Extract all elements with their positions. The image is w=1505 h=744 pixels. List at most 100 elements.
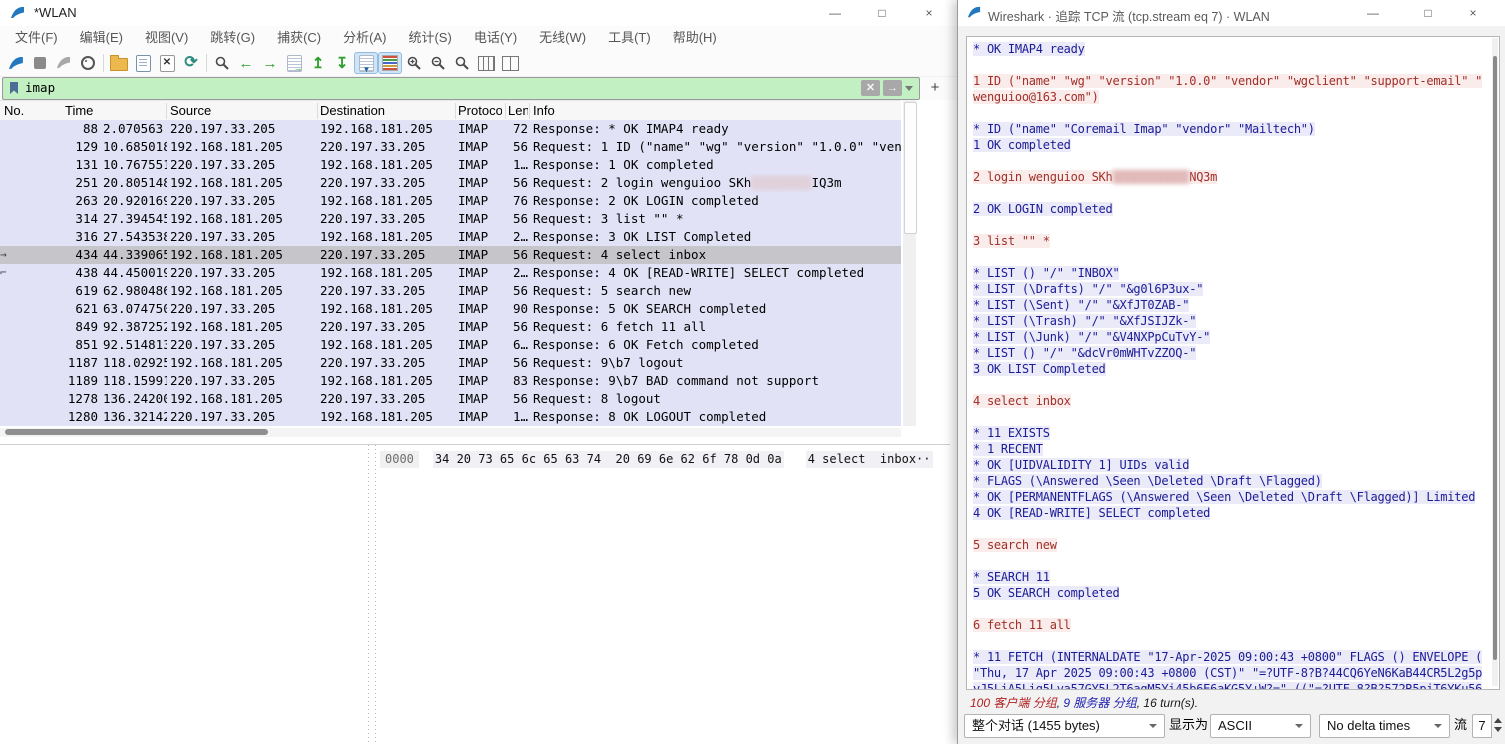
column-header-no[interactable]: No. <box>4 101 56 121</box>
auto-scroll-icon[interactable]: ▼ <box>354 52 378 74</box>
packet-row[interactable]: ⌐ 438 44.450019 220.197.33.205 192.168.1… <box>0 264 901 282</box>
stream-scrollbar-thumb[interactable] <box>1493 56 1497 660</box>
detail-row[interactable]: vInternet Message Access Protocol <box>0 535 366 553</box>
menu-item[interactable]: 统计(S) <box>397 26 462 50</box>
packet-row[interactable]: 131 10.767551 220.197.33.205 192.168.181… <box>0 156 901 174</box>
spinner-down-icon[interactable] <box>1494 727 1502 732</box>
column-header-time[interactable]: Time <box>65 101 160 121</box>
dialog-close-button[interactable]: × <box>1458 0 1488 26</box>
packet-row[interactable]: 1189 118.159916 220.197.33.205 192.168.1… <box>0 372 901 390</box>
column-header-length[interactable]: Length <box>508 101 528 121</box>
filter-apply-button[interactable]: → <box>883 80 902 96</box>
menu-item[interactable]: 捕获(C) <box>266 26 332 50</box>
packet-row[interactable]: 263 20.920169 220.197.33.205 192.168.181… <box>0 192 901 210</box>
resize-columns-icon[interactable] <box>474 52 498 74</box>
menu-item[interactable]: 分析(A) <box>332 26 397 50</box>
packet-no: 851 <box>0 336 98 354</box>
packet-row[interactable]: 1278 136.242002 192.168.181.205 220.197.… <box>0 390 901 408</box>
column-header-destination[interactable]: Destination <box>320 101 448 121</box>
packet-time: 10.685018 <box>103 138 167 156</box>
hscrollbar-thumb[interactable] <box>5 429 268 435</box>
menu-item[interactable]: 电话(Y) <box>463 26 528 50</box>
find-packet-icon[interactable] <box>210 52 234 74</box>
start-capture-icon[interactable] <box>4 52 28 74</box>
packet-row[interactable]: 1187 118.029257 192.168.181.205 220.197.… <box>0 354 901 372</box>
spinner-up-icon[interactable] <box>1494 718 1502 723</box>
reload-file-icon[interactable]: ⟳ <box>179 52 203 74</box>
packet-length: 56 <box>495 282 528 300</box>
menu-item[interactable]: 视图(V) <box>134 26 199 50</box>
column-separator[interactable] <box>166 103 167 119</box>
display-filter-field[interactable]: ✕ → <box>2 77 920 100</box>
detail-row[interactable]: >Line: 4 select inbox\r\n <box>0 553 366 571</box>
dialog-minimize-button[interactable]: — <box>1358 0 1388 26</box>
detail-row[interactable]: >Internet Protocol Version 4, Src: 192.1… <box>0 481 366 499</box>
filter-clear-button[interactable]: ✕ <box>861 80 880 96</box>
packet-row[interactable]: 251 20.805148 192.168.181.205 220.197.33… <box>0 174 901 192</box>
zoom-out-icon[interactable] <box>426 52 450 74</box>
go-last-packet-icon[interactable]: ↧ <box>330 52 354 74</box>
close-button[interactable]: × <box>914 0 944 26</box>
column-separator[interactable] <box>505 103 506 119</box>
stream-number-spinner[interactable]: 7 <box>1472 714 1492 738</box>
maximize-button[interactable]: □ <box>867 0 897 26</box>
filter-add-button[interactable]: + <box>924 78 946 98</box>
conversation-range-select[interactable]: 整个对话 (1455 bytes) <box>964 714 1165 738</box>
close-capture-icon[interactable]: ✕ <box>155 52 179 74</box>
show-as-select[interactable]: ASCII <box>1210 714 1311 738</box>
column-separator[interactable] <box>317 103 318 119</box>
vscrollbar-thumb[interactable] <box>904 102 917 234</box>
go-forward-icon[interactable]: → <box>258 52 282 74</box>
zoom-in-icon[interactable] <box>402 52 426 74</box>
menu-item[interactable]: 工具(T) <box>597 26 662 50</box>
stop-capture-icon[interactable] <box>28 52 52 74</box>
packet-row[interactable]: 621 63.074750 220.197.33.205 192.168.181… <box>0 300 901 318</box>
save-file-icon[interactable] <box>131 52 155 74</box>
detail-row[interactable]: >Frame 434: 56 bytes on wire (448 bits),… <box>0 445 366 463</box>
menu-item[interactable]: 无线(W) <box>528 26 597 50</box>
colorize-packets-icon[interactable] <box>378 52 402 74</box>
delta-times-select[interactable]: No delta times <box>1319 714 1450 738</box>
column-separator[interactable] <box>455 103 456 119</box>
hex-line[interactable]: 0000 34 20 73 65 6c 65 63 74 20 69 6e 62… <box>378 451 950 468</box>
packet-list-hscrollbar[interactable] <box>0 428 901 437</box>
menu-item[interactable]: 跳转(G) <box>199 26 266 50</box>
stream-scrollbar[interactable] <box>1492 38 1498 686</box>
detail-row[interactable]: >Ethernet II, Src: Intel_a3:1d:7b (a0:e7… <box>0 463 366 481</box>
filter-bookmark-icon[interactable] <box>7 81 21 95</box>
filter-dropdown-caret[interactable] <box>905 86 913 91</box>
go-to-packet-icon[interactable]: → <box>282 52 306 74</box>
go-back-icon[interactable]: ← <box>234 52 258 74</box>
stream-spinner-buttons[interactable] <box>1492 714 1503 738</box>
packet-row[interactable]: 88 2.070563 220.197.33.205 192.168.181.2… <box>0 120 901 138</box>
column-header-protocol[interactable]: Protocol <box>458 101 502 121</box>
column-header-source[interactable]: Source <box>170 101 310 121</box>
open-file-icon[interactable] <box>107 52 131 74</box>
packet-row[interactable]: 314 27.394545 192.168.181.205 220.197.33… <box>0 210 901 228</box>
packet-list-vscrollbar[interactable] <box>903 100 916 426</box>
details-pane-scrollbar[interactable] <box>366 444 378 744</box>
packet-length: 1… <box>495 156 528 174</box>
restart-capture-icon[interactable] <box>52 52 76 74</box>
packet-row[interactable]: → 434 44.339065 192.168.181.205 220.197.… <box>0 246 901 264</box>
packet-row[interactable]: 129 10.685018 192.168.181.205 220.197.33… <box>0 138 901 156</box>
detail-row[interactable]: >[15 Reassembled TCP Segments (16 bytes)… <box>0 517 366 535</box>
detail-row[interactable]: >Transmission Control Protocol, Src Port… <box>0 499 366 517</box>
dialog-maximize-button[interactable]: □ <box>1413 0 1443 26</box>
packet-row[interactable]: 849 92.387252 192.168.181.205 220.197.33… <box>0 318 901 336</box>
menu-item[interactable]: 文件(F) <box>4 26 69 50</box>
packet-row[interactable]: 851 92.514813 220.197.33.205 192.168.181… <box>0 336 901 354</box>
menu-item[interactable]: 帮助(H) <box>662 26 728 50</box>
zoom-reset-icon[interactable] <box>450 52 474 74</box>
menu-item[interactable]: 编辑(E) <box>69 26 134 50</box>
display-filter-input[interactable] <box>25 79 665 96</box>
capture-options-icon[interactable] <box>76 52 100 74</box>
column-header-info[interactable]: Info <box>533 101 833 121</box>
column-separator[interactable] <box>529 103 530 119</box>
packet-row[interactable]: 1280 136.321423 220.197.33.205 192.168.1… <box>0 408 901 426</box>
normal-size-icon[interactable] <box>498 52 522 74</box>
packet-row[interactable]: 619 62.980486 192.168.181.205 220.197.33… <box>0 282 901 300</box>
packet-row[interactable]: 316 27.543538 220.197.33.205 192.168.181… <box>0 228 901 246</box>
minimize-button[interactable]: — <box>820 0 850 26</box>
go-first-packet-icon[interactable]: ↥ <box>306 52 330 74</box>
